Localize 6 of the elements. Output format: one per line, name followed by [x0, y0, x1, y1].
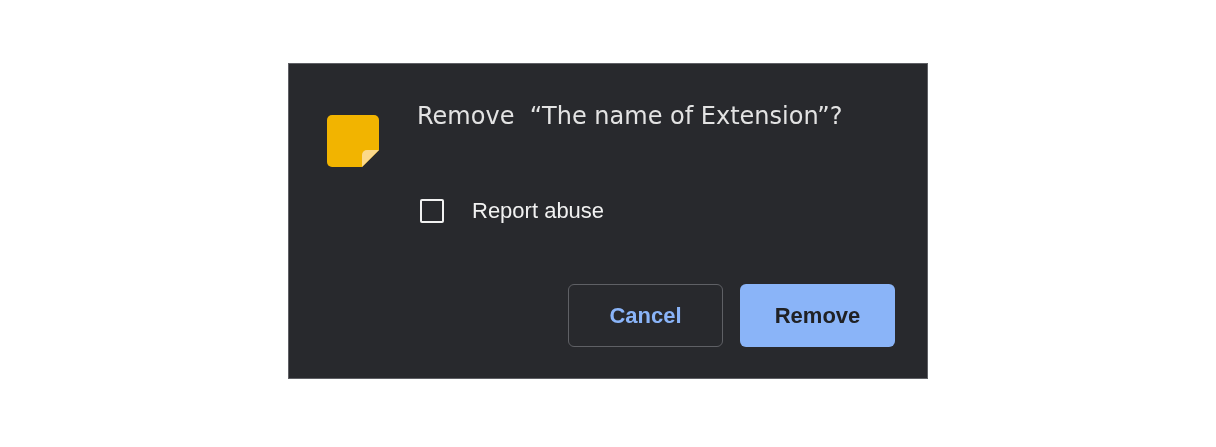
report-abuse-checkbox[interactable] [420, 199, 444, 223]
dialog-title: Remove “The name of Extension”? [417, 102, 843, 131]
remove-button[interactable]: Remove [740, 284, 895, 347]
cancel-button[interactable]: Cancel [568, 284, 723, 347]
sticky-note-icon [327, 115, 379, 167]
checkbox-label: Report abuse [472, 198, 605, 224]
